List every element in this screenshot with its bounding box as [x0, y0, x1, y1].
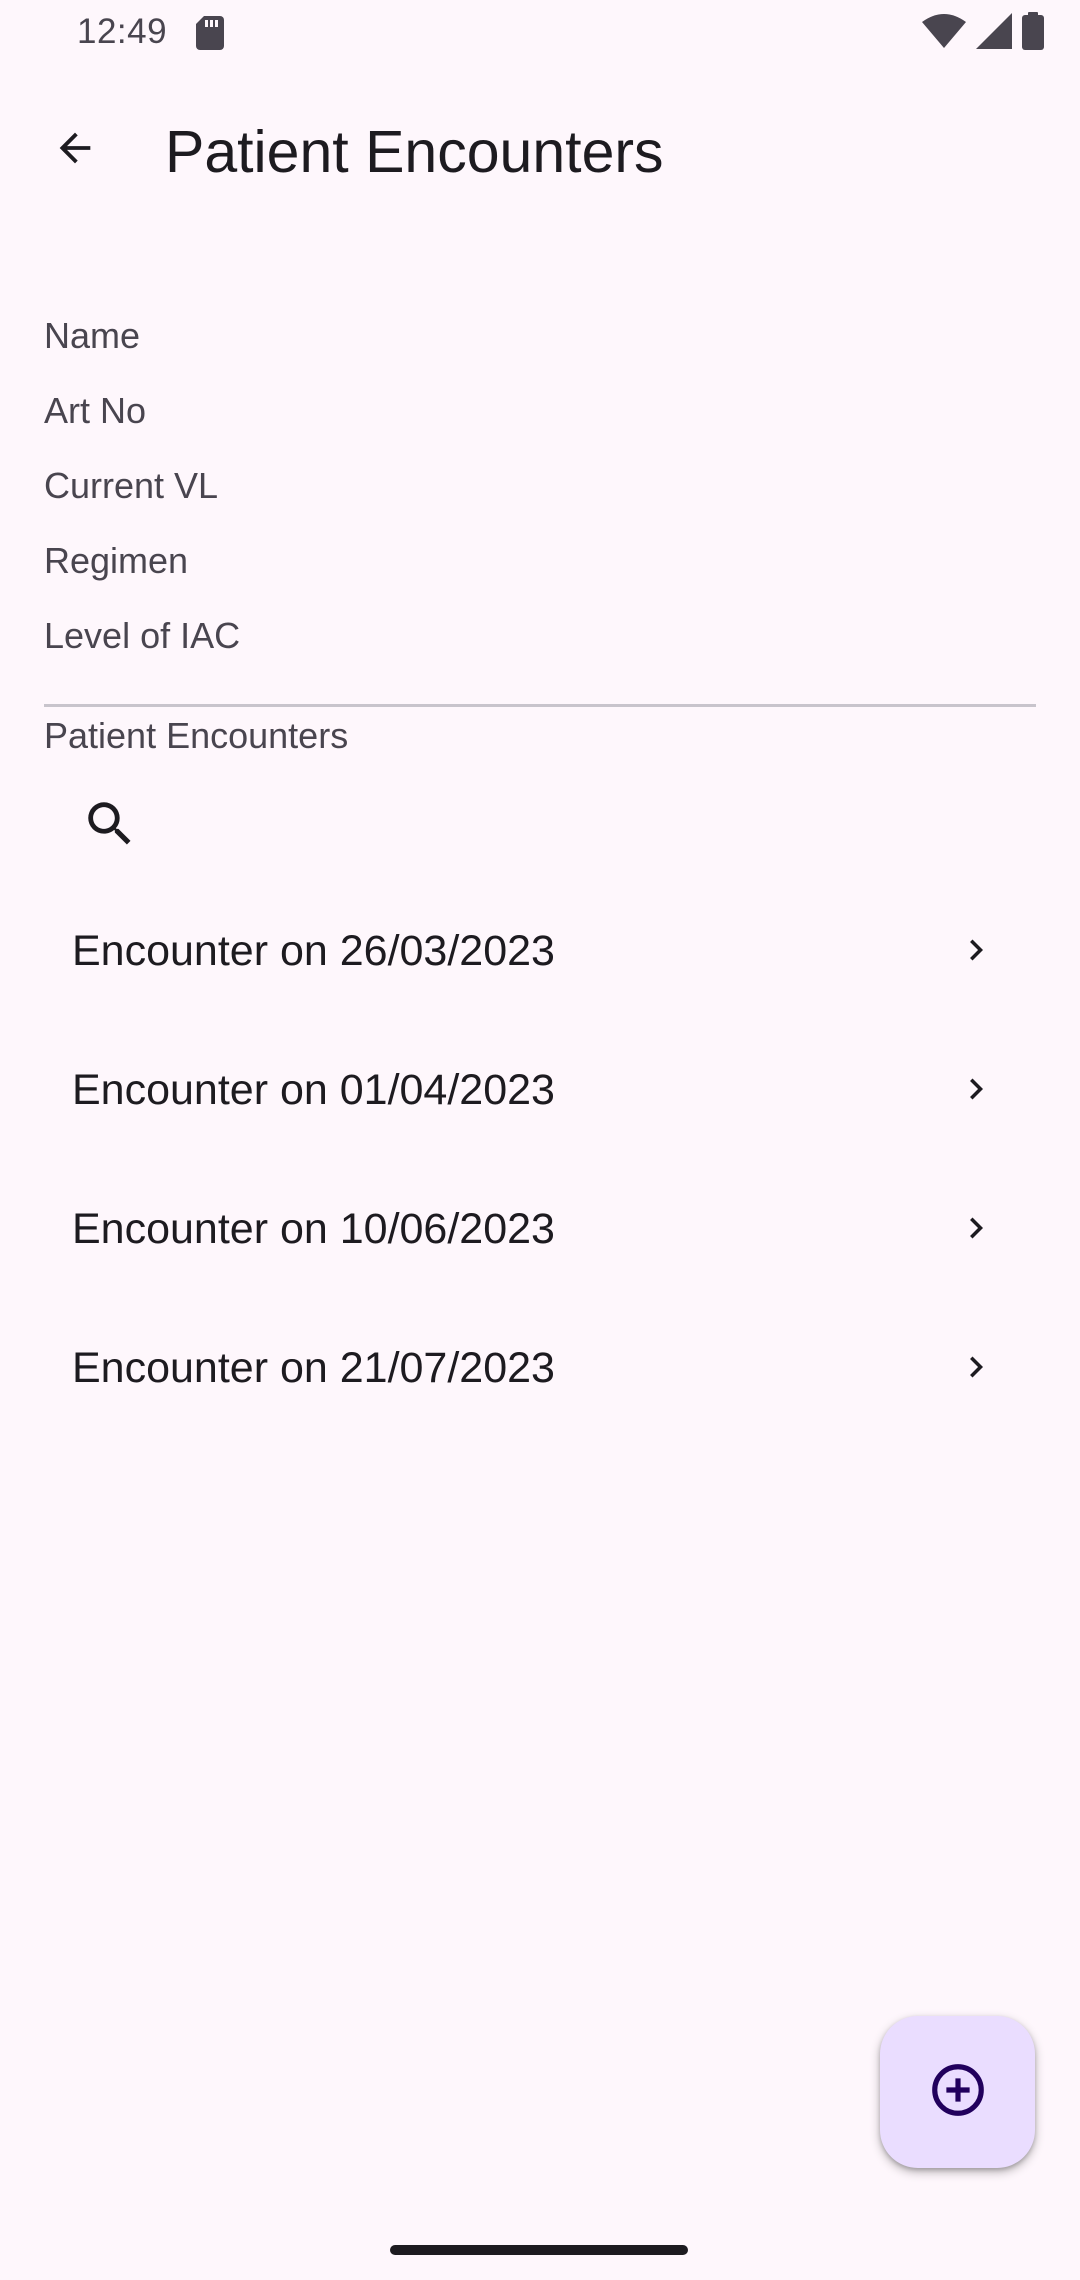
art-no-label: Art No: [44, 390, 147, 431]
search-icon: [81, 795, 139, 858]
current-vl-label: Current VL: [44, 465, 219, 506]
divider: [44, 704, 1036, 707]
encounter-label: Encounter on 21/07/2023: [72, 1344, 555, 1392]
patient-name-label: Name: [44, 315, 141, 356]
encounter-label: Encounter on 01/04/2023: [72, 1066, 555, 1114]
encounter-item[interactable]: Encounter on 21/07/2023: [0, 1300, 1080, 1439]
top-app-bar: Patient Encounters: [0, 96, 1080, 216]
encounter-label: Encounter on 10/06/2023: [72, 1205, 555, 1253]
level-of-iac-label: Level of IAC: [44, 615, 241, 656]
arrow-back-icon: [52, 125, 98, 176]
add-encounter-fab[interactable]: [880, 2016, 1035, 2168]
encounter-item[interactable]: Encounter on 01/04/2023: [0, 1022, 1080, 1161]
encounters-section-label: Patient Encounters: [44, 715, 349, 756]
search-button[interactable]: [68, 784, 152, 868]
signal-icon: [976, 12, 1012, 54]
chevron-right-icon: [955, 1068, 997, 1110]
page-title: Patient Encounters: [165, 119, 664, 185]
wifi-icon: [922, 13, 966, 53]
patient-info: Name Art No Current VL Regimen Level of …: [44, 308, 240, 683]
chevron-right-icon: [955, 1346, 997, 1388]
chevron-right-icon: [955, 929, 997, 971]
encounter-item[interactable]: Encounter on 10/06/2023: [0, 1161, 1080, 1300]
encounter-list: Encounter on 26/03/2023 Encounter on 01/…: [0, 883, 1080, 1439]
status-bar: 12:49: [0, 0, 1080, 68]
encounter-item[interactable]: Encounter on 26/03/2023: [0, 883, 1080, 1022]
add-circle-icon: [927, 2059, 989, 2126]
gesture-nav-handle[interactable]: [390, 2245, 688, 2255]
sd-card-icon: [196, 16, 224, 50]
chevron-right-icon: [955, 1207, 997, 1249]
encounter-label: Encounter on 26/03/2023: [72, 927, 555, 975]
status-time: 12:49: [77, 12, 168, 51]
battery-icon: [1022, 11, 1044, 55]
regimen-label: Regimen: [44, 540, 189, 581]
back-button[interactable]: [30, 96, 120, 204]
status-icons: [922, 11, 1044, 55]
